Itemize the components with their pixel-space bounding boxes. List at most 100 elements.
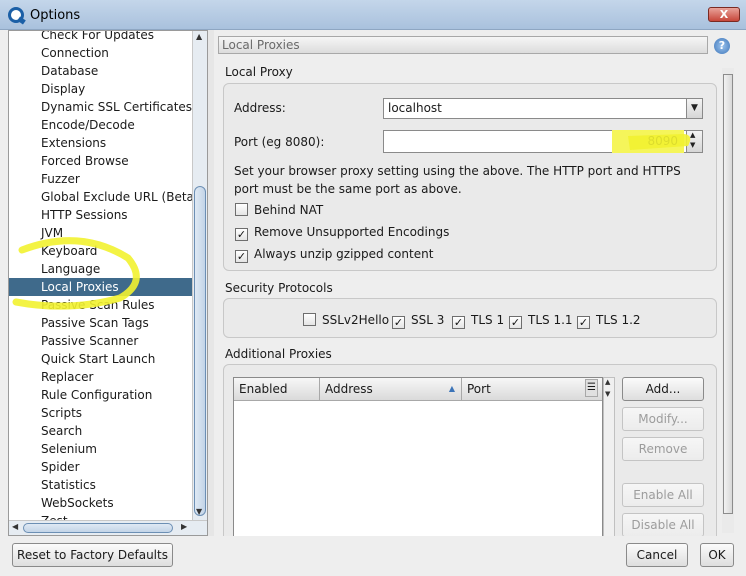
proxy-info-text: Set your browser proxy setting using the… xyxy=(234,164,681,196)
tree-item-rule-configuration[interactable]: Rule Configuration xyxy=(41,386,152,404)
port-label: Port (eg 8080): xyxy=(234,135,325,149)
scroll-right-icon[interactable]: ▶ xyxy=(181,522,187,531)
tree-item-jvm[interactable]: JVM xyxy=(41,224,63,242)
window-title: Options xyxy=(30,8,81,23)
panel-scroll-thumb[interactable] xyxy=(723,74,733,514)
tree-item-search[interactable]: Search xyxy=(41,422,82,440)
reset-to-factory-defaults-button[interactable]: Reset to Factory Defaults xyxy=(12,543,173,567)
tree-item-replacer[interactable]: Replacer xyxy=(41,368,93,386)
behind-nat-checkbox[interactable]: Behind NAT xyxy=(235,202,323,218)
tree-item-scripts[interactable]: Scripts xyxy=(41,404,82,422)
close-button[interactable]: X xyxy=(708,7,740,22)
security-protocols-section-title: Security Protocols xyxy=(225,281,333,295)
protocol-label: TLS 1.1 xyxy=(528,313,573,327)
tree-item-spider[interactable]: Spider xyxy=(41,458,80,476)
local-proxy-section-title: Local Proxy xyxy=(225,65,293,79)
column-chooser-icon[interactable]: ☰ xyxy=(585,379,598,397)
tree-item-fuzzer[interactable]: Fuzzer xyxy=(41,170,80,188)
protocol-label: TLS 1 xyxy=(471,313,505,327)
column-header-port[interactable]: Port xyxy=(462,378,602,401)
port-spinner[interactable]: 8090 ▲ ▼ xyxy=(383,130,703,153)
cancel-button[interactable]: Cancel xyxy=(626,543,688,567)
address-value: localhost xyxy=(388,101,442,115)
disable-all-button[interactable]: Disable All xyxy=(622,513,704,536)
tree-horizontal-scrollbar[interactable]: ◀ ▶ xyxy=(9,520,207,535)
app-logo-icon xyxy=(8,7,24,23)
tree-hscroll-thumb[interactable] xyxy=(23,523,173,533)
help-icon[interactable]: ? xyxy=(714,38,730,54)
tree-item-quick-start-launch[interactable]: Quick Start Launch xyxy=(41,350,155,368)
checkbox-icon[interactable]: ✓ xyxy=(235,250,248,263)
protocol-sslv2hello-checkbox[interactable]: SSLv2Hello xyxy=(303,312,389,328)
remove-unsupported-label: Remove Unsupported Encodings xyxy=(254,225,450,239)
tree-item-passive-scanner[interactable]: Passive Scanner xyxy=(41,332,138,350)
port-value: 8090 xyxy=(612,130,684,153)
scroll-up-icon[interactable]: ▲ xyxy=(196,32,202,41)
additional-proxies-table[interactable]: Enabled Address ▲ Port xyxy=(233,377,603,536)
checkbox-icon[interactable]: ✓ xyxy=(392,316,405,329)
protocol-label: SSLv2Hello xyxy=(322,313,390,327)
decrement-icon[interactable]: ▼ xyxy=(690,141,695,149)
table-vertical-scrollbar[interactable]: ▲ ▼ xyxy=(603,377,615,536)
tree-item-language[interactable]: Language xyxy=(41,260,100,278)
tree-item-check-for-updates[interactable]: Check For Updates xyxy=(41,31,154,44)
always-unzip-checkbox[interactable]: ✓ Always unzip gzipped content xyxy=(235,246,433,263)
additional-proxies-section-title: Additional Proxies xyxy=(225,347,332,361)
ok-button[interactable]: OK xyxy=(700,543,734,567)
checkbox-icon[interactable] xyxy=(235,203,248,216)
scroll-down-icon[interactable]: ▼ xyxy=(196,507,202,516)
column-header-address[interactable]: Address ▲ xyxy=(320,378,462,401)
address-label: Address: xyxy=(234,101,286,115)
protocol-tls1-checkbox[interactable]: ✓ TLS 1 xyxy=(452,312,505,329)
tree-item-websockets[interactable]: WebSockets xyxy=(41,494,114,512)
scroll-up-icon[interactable]: ▲ xyxy=(605,378,610,386)
tree-scroll-thumb[interactable] xyxy=(194,186,206,516)
scroll-down-icon[interactable]: ▼ xyxy=(605,390,610,398)
tree-item-database[interactable]: Database xyxy=(41,62,98,80)
tree-item-global-exclude-url-beta[interactable]: Global Exclude URL (Beta) xyxy=(41,188,193,206)
column-header-label: Port xyxy=(467,382,491,396)
protocol-ssl3-checkbox[interactable]: ✓ SSL 3 xyxy=(392,312,445,329)
tree-item-local-proxies[interactable]: Local Proxies xyxy=(9,278,193,296)
checkbox-icon[interactable]: ✓ xyxy=(509,316,522,329)
port-stepper[interactable]: ▲ ▼ xyxy=(686,131,702,152)
checkbox-icon[interactable] xyxy=(303,313,316,326)
tree-item-selenium[interactable]: Selenium xyxy=(41,440,97,458)
tree-item-http-sessions[interactable]: HTTP Sessions xyxy=(41,206,128,224)
sort-ascending-icon: ▲ xyxy=(448,384,455,393)
protocol-tls12-checkbox[interactable]: ✓ TLS 1.2 xyxy=(577,312,641,329)
tree-item-encode-decode[interactable]: Encode/Decode xyxy=(41,116,135,134)
tree-item-passive-scan-rules[interactable]: Passive Scan Rules xyxy=(41,296,155,314)
column-header-enabled[interactable]: Enabled xyxy=(234,378,320,401)
tree-item-dynamic-ssl-certificates[interactable]: Dynamic SSL Certificates xyxy=(41,98,192,116)
modify-button[interactable]: Modify... xyxy=(622,407,704,431)
chevron-down-icon[interactable]: ▼ xyxy=(686,99,702,118)
tree-item-extensions[interactable]: Extensions xyxy=(41,134,106,152)
protocol-label: TLS 1.2 xyxy=(596,313,641,327)
add-button[interactable]: Add... xyxy=(622,377,704,401)
tree-item-connection[interactable]: Connection xyxy=(41,44,109,62)
dialog-footer: Reset to Factory Defaults Cancel OK xyxy=(0,536,746,576)
local-proxies-panel: Local Proxies ? Local Proxy Address: loc… xyxy=(214,30,740,536)
protocol-tls11-checkbox[interactable]: ✓ TLS 1.1 xyxy=(509,312,573,329)
tree-item-statistics[interactable]: Statistics xyxy=(41,476,96,494)
column-header-label: Enabled xyxy=(239,382,288,396)
increment-icon[interactable]: ▲ xyxy=(690,131,695,139)
tree-item-keyboard[interactable]: Keyboard xyxy=(41,242,97,260)
remove-unsupported-encodings-checkbox[interactable]: ✓ Remove Unsupported Encodings xyxy=(235,224,450,241)
address-dropdown[interactable]: localhost ▼ xyxy=(383,98,703,119)
checkbox-icon[interactable]: ✓ xyxy=(452,316,465,329)
enable-all-button[interactable]: Enable All xyxy=(622,483,704,507)
scroll-left-icon[interactable]: ◀ xyxy=(12,522,18,531)
checkbox-icon[interactable]: ✓ xyxy=(577,316,590,329)
column-header-label: Address xyxy=(325,382,373,396)
panel-vertical-scrollbar[interactable] xyxy=(722,68,734,533)
tree-item-display[interactable]: Display xyxy=(41,80,85,98)
tree-item-forced-browse[interactable]: Forced Browse xyxy=(41,152,129,170)
remove-button[interactable]: Remove xyxy=(622,437,704,461)
behind-nat-label: Behind NAT xyxy=(254,203,324,217)
checkbox-icon[interactable]: ✓ xyxy=(235,228,248,241)
protocol-label: SSL 3 xyxy=(411,313,445,327)
tree-item-passive-scan-tags[interactable]: Passive Scan Tags xyxy=(41,314,149,332)
tree-vertical-scrollbar[interactable]: ▲ ▼ xyxy=(192,31,207,521)
